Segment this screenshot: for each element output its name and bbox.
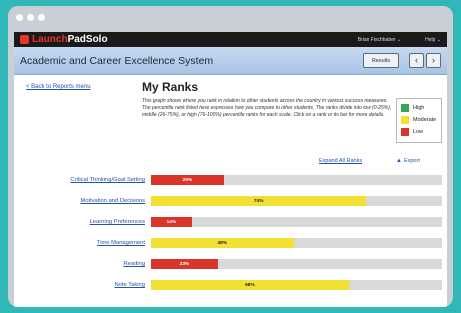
user-menu[interactable]: Brian Fischhaber ⌄ [358, 37, 401, 43]
legend-label: Low [413, 129, 424, 135]
expand-all-ranks-link[interactable]: Expand All Ranks [319, 158, 362, 164]
launchpadsolo-logo[interactable]: LaunchPadSolo [20, 34, 108, 45]
rank-bar[interactable]: 68% [151, 280, 349, 290]
legend-swatch-high [401, 104, 409, 112]
rank-row[interactable]: Time Management 49% [14, 234, 447, 255]
rank-row[interactable]: Motivation and Decisions 74% [14, 192, 447, 213]
app-frame: LaunchPadSolo Brian Fischhaber ⌄ Help ⌄ … [14, 32, 447, 307]
rank-label[interactable]: Motivation and Decisions [81, 198, 145, 204]
legend-label: Moderate [413, 117, 437, 123]
rank-bar-track[interactable]: 25% [151, 175, 442, 185]
rank-label[interactable]: Time Management [97, 240, 145, 246]
logo-icon [20, 35, 29, 44]
next-button[interactable]: › [426, 53, 441, 68]
legend-swatch-low [401, 128, 409, 136]
rank-bar-track[interactable]: 74% [151, 196, 442, 206]
legend-item-low: Low [401, 126, 437, 138]
rank-label[interactable]: Reading [123, 261, 145, 267]
window-minimize-dot[interactable] [27, 14, 34, 21]
export-icon: ▲ [396, 158, 402, 164]
rank-bar-track[interactable]: 68% [151, 280, 442, 290]
chevron-left-icon: ‹ [415, 55, 418, 65]
page-description: This graph shows where you rank in relat… [142, 98, 392, 118]
results-button[interactable]: Results [363, 53, 399, 68]
rank-bar[interactable]: 25% [151, 175, 224, 185]
logo-text: LaunchPadSolo [32, 34, 108, 45]
rank-bar[interactable]: 74% [151, 196, 367, 206]
rank-label[interactable]: Learning Preferences [90, 219, 145, 225]
rank-row[interactable]: Learning Preferences 14% [14, 213, 447, 234]
rank-row[interactable]: Note Taking 68% [14, 276, 447, 297]
rank-label[interactable]: Critical Thinking/Goal Setting [70, 177, 145, 183]
top-bar: LaunchPadSolo Brian Fischhaber ⌄ Help ⌄ [14, 32, 447, 47]
legend-label: High [413, 105, 425, 111]
previous-button[interactable]: ‹ [409, 53, 424, 68]
app-header: Academic and Career Excellence System Re… [14, 47, 447, 75]
legend-item-high: High [401, 102, 437, 114]
rank-legend: High Moderate Low [396, 98, 442, 143]
rank-bar[interactable]: 14% [151, 217, 192, 227]
help-menu[interactable]: Help ⌄ [425, 37, 441, 43]
page-title: My Ranks [142, 80, 199, 94]
app-title: Academic and Career Excellence System [20, 54, 214, 67]
rank-bar-track[interactable]: 49% [151, 238, 442, 248]
legend-item-moderate: Moderate [401, 114, 437, 126]
rank-bar[interactable]: 49% [151, 238, 294, 248]
window-titlebar [8, 6, 453, 30]
rank-row[interactable]: Reading 23% [14, 255, 447, 276]
rank-label[interactable]: Note Taking [114, 282, 145, 288]
export-link[interactable]: ▲ Export [396, 158, 420, 164]
chevron-right-icon: › [432, 55, 435, 65]
legend-swatch-moderate [401, 116, 409, 124]
rank-bar-track[interactable]: 23% [151, 259, 442, 269]
rank-row[interactable]: Critical Thinking/Goal Setting 25% [14, 171, 447, 192]
back-to-reports-link[interactable]: < Back to Reports menu [26, 84, 91, 90]
rank-bar-track[interactable]: 14% [151, 217, 442, 227]
export-label: Export [403, 158, 420, 164]
window-close-dot[interactable] [16, 14, 23, 21]
browser-window: LaunchPadSolo Brian Fischhaber ⌄ Help ⌄ … [8, 6, 453, 307]
rank-list: Critical Thinking/Goal Setting 25% Motiv… [14, 171, 447, 297]
rank-bar[interactable]: 23% [151, 259, 218, 269]
window-zoom-dot[interactable] [38, 14, 45, 21]
